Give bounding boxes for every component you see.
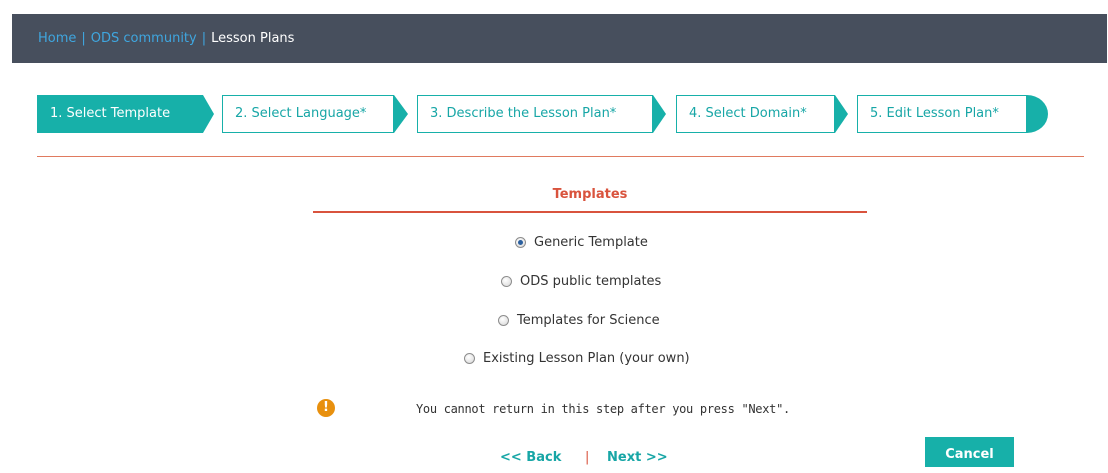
wizard-step-label: 1. Select Template <box>50 106 171 121</box>
exclamation-icon: ! <box>317 399 335 417</box>
cancel-button[interactable]: Cancel <box>925 437 1014 467</box>
wizard-divider <box>37 156 1084 157</box>
wizard-step-select-domain[interactable]: 4. Select Domain* <box>676 95 849 133</box>
wizard-step-select-template[interactable]: 1. Select Template <box>37 95 215 133</box>
breadcrumb-home-link[interactable]: Home <box>38 31 76 46</box>
section-title-underline <box>313 211 867 213</box>
back-link[interactable]: << Back <box>500 450 561 465</box>
top-header-bar: Home | ODS community | Lesson Plans <box>12 14 1107 63</box>
wizard-step-label: 3. Describe the Lesson Plan* <box>430 106 617 121</box>
option-label: Existing Lesson Plan (your own) <box>483 351 690 366</box>
option-templates-for-science[interactable]: Templates for Science <box>498 313 660 328</box>
section-title: Templates <box>552 187 628 202</box>
radio-selected-icon[interactable] <box>515 237 526 248</box>
radio-unselected-icon[interactable] <box>501 276 512 287</box>
breadcrumb-community-link[interactable]: ODS community <box>91 31 197 46</box>
option-label: Templates for Science <box>517 313 660 328</box>
breadcrumb-separator: | <box>81 31 86 46</box>
radio-unselected-icon[interactable] <box>464 353 475 364</box>
wizard-step-describe-lesson-plan[interactable]: 3. Describe the Lesson Plan* <box>417 95 667 133</box>
option-generic-template[interactable]: Generic Template <box>515 235 648 250</box>
breadcrumb: Home | ODS community | Lesson Plans <box>38 31 294 46</box>
wizard-step-label: 2. Select Language* <box>235 106 367 121</box>
breadcrumb-current: Lesson Plans <box>211 31 295 46</box>
wizard-step-edit-lesson-plan[interactable]: 5. Edit Lesson Plan* <box>857 95 1049 133</box>
radio-unselected-icon[interactable] <box>498 315 509 326</box>
option-existing-lesson-plan[interactable]: Existing Lesson Plan (your own) <box>464 351 690 366</box>
next-link[interactable]: Next >> <box>607 450 668 465</box>
warning-message: You cannot return in this step after you… <box>416 402 790 416</box>
option-label: Generic Template <box>534 235 648 250</box>
option-ods-public-templates[interactable]: ODS public templates <box>501 274 661 289</box>
wizard-step-select-language[interactable]: 2. Select Language* <box>222 95 409 133</box>
wizard-step-label: 5. Edit Lesson Plan* <box>870 106 999 121</box>
nav-separator: | <box>585 450 590 465</box>
breadcrumb-separator: | <box>201 31 207 46</box>
wizard-step-label: 4. Select Domain* <box>689 106 807 121</box>
option-label: ODS public templates <box>520 274 662 289</box>
